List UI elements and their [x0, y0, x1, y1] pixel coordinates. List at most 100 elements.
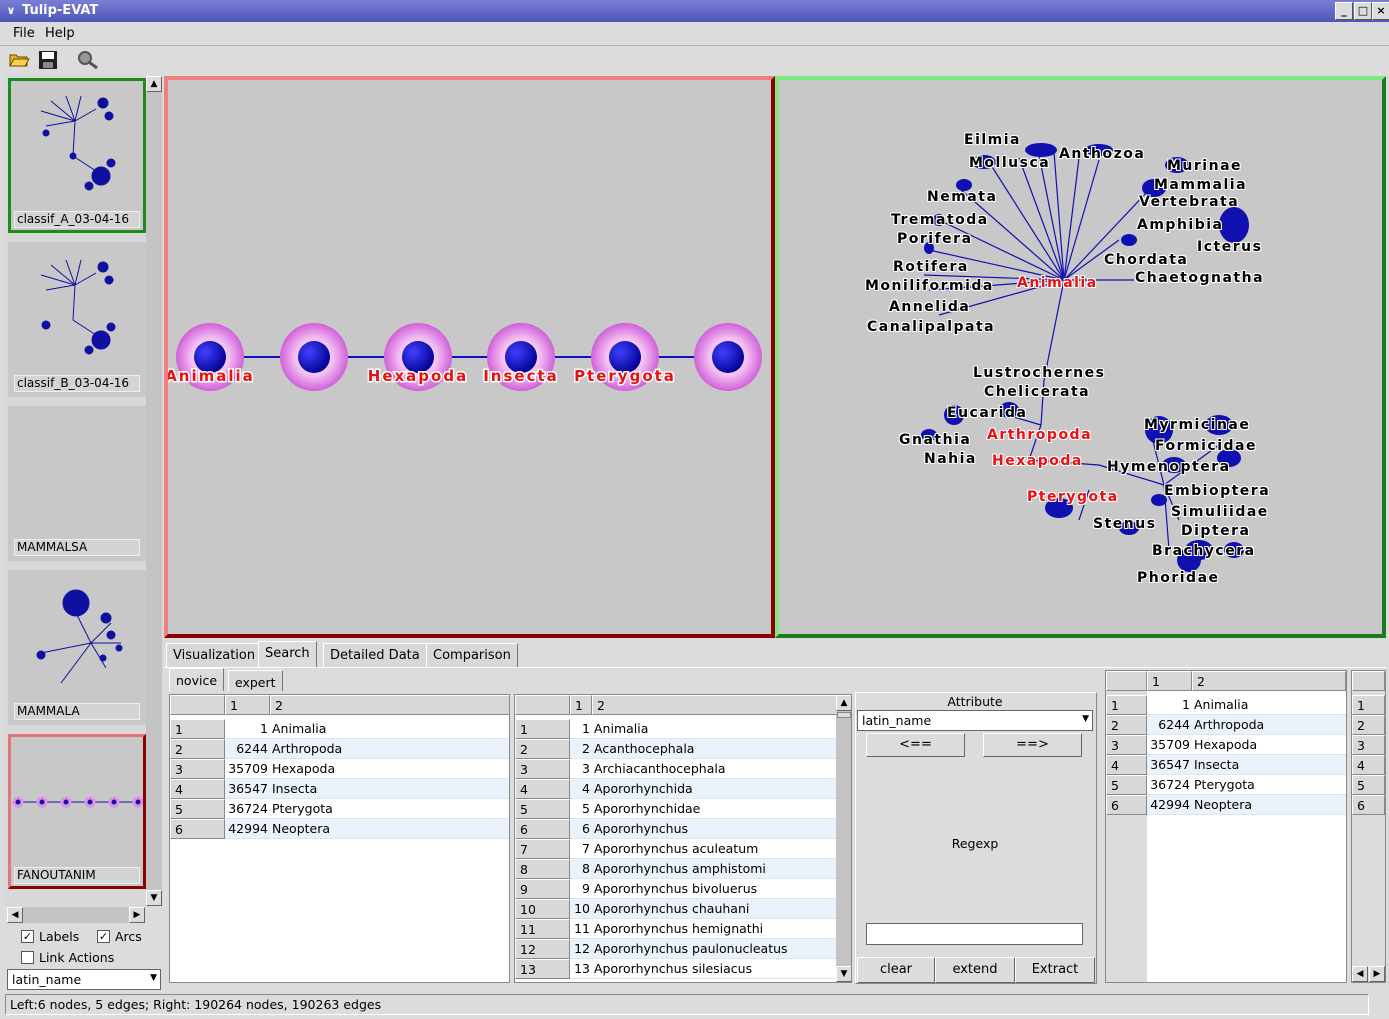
table-cell[interactable]: 36724: [225, 799, 270, 819]
scroll-up-arrow[interactable]: ▲: [836, 695, 851, 711]
row-header[interactable]: 4: [515, 779, 570, 799]
thumbnail-hscrollbar[interactable]: ◀ ▶: [7, 907, 145, 923]
right-graph-view[interactable]: Eilmia Mollusca Anthozoa Murinae Mammalia Ver…: [775, 76, 1386, 638]
table-cell[interactable]: 6244: [1147, 715, 1192, 735]
row-header[interactable]: 1: [1352, 695, 1385, 715]
row-header[interactable]: 6: [515, 819, 570, 839]
table-cell[interactable]: 6244: [225, 739, 270, 759]
table-cell[interactable]: 1: [570, 719, 592, 739]
thumbnail-scrollbar[interactable]: ▲ ▼: [146, 76, 162, 906]
table-cell[interactable]: 4: [570, 779, 592, 799]
thumbnail-mammala[interactable]: MAMMALA: [8, 570, 146, 725]
chain-node[interactable]: [298, 341, 330, 373]
tab-comparison[interactable]: Comparison: [426, 643, 518, 667]
thumbnail-fanoutanim[interactable]: FANOUTANIM: [8, 734, 146, 889]
table-cell[interactable]: 36547: [1147, 755, 1192, 775]
table-cell[interactable]: Animalia: [592, 719, 836, 739]
row-header[interactable]: 5: [515, 799, 570, 819]
folder-open-icon[interactable]: [7, 50, 31, 72]
subtab-novice[interactable]: novice: [169, 668, 225, 691]
table-cell[interactable]: Apororhynchus aculeatum: [592, 839, 836, 859]
minimize-button[interactable]: _: [1335, 2, 1353, 20]
scroll-down-arrow[interactable]: ▼: [836, 966, 851, 982]
extract-button[interactable]: Extract: [1015, 957, 1095, 983]
scroll-left-arrow[interactable]: ◀: [1352, 966, 1368, 982]
row-index-table[interactable]: 123456 ◀ ▶: [1351, 670, 1386, 983]
table-cell[interactable]: Apororhynchus paulonucleatus: [592, 939, 836, 959]
results-table-left[interactable]: 1 2 1 1 Animalia 2 6244 Arthropoda 3 35709 Hexap…: [169, 694, 510, 983]
row-header[interactable]: 5: [1106, 775, 1147, 795]
table-cell[interactable]: 35709: [225, 759, 270, 779]
table-cell[interactable]: Apororhynchus amphistomi: [592, 859, 836, 879]
column-header[interactable]: 1: [570, 695, 592, 715]
table-cell[interactable]: Apororhynchida: [592, 779, 836, 799]
row-header[interactable]: 3: [1352, 735, 1385, 755]
table-cell[interactable]: 1: [1147, 695, 1192, 715]
row-header[interactable]: 7: [515, 839, 570, 859]
row-header[interactable]: 11: [515, 919, 570, 939]
row-header[interactable]: 5: [170, 799, 225, 819]
row-header[interactable]: 2: [170, 739, 225, 759]
table-cell[interactable]: 9: [570, 879, 592, 899]
table-cell[interactable]: 42994: [225, 819, 270, 839]
row-header[interactable]: 3: [515, 759, 570, 779]
table-cell[interactable]: Apororhynchus bivoluerus: [592, 879, 836, 899]
row-header[interactable]: 10: [515, 899, 570, 919]
row-header[interactable]: 1: [515, 719, 570, 739]
window-menu-icon[interactable]: ∨: [3, 3, 19, 19]
table-cell[interactable]: 13: [570, 959, 592, 979]
floppy-disk-icon[interactable]: [36, 50, 60, 72]
link-actions-checkbox[interactable]: [21, 951, 34, 964]
left-graph-view[interactable]: Animalia Hexapoda Insecta Pterygota: [164, 76, 775, 638]
tab-detailed-data[interactable]: Detailed Data: [323, 643, 427, 667]
table-cell[interactable]: Apororhynchidae: [592, 799, 836, 819]
table-scrollbar[interactable]: ▲ ▼: [836, 695, 851, 982]
close-button[interactable]: ×: [1372, 2, 1389, 20]
row-header[interactable]: 8: [515, 859, 570, 879]
table-cell[interactable]: 36724: [1147, 775, 1192, 795]
table-cell[interactable]: Animalia: [1192, 695, 1346, 715]
table-cell[interactable]: 2: [570, 739, 592, 759]
scroll-thumb[interactable]: [837, 712, 851, 718]
row-header[interactable]: 5: [1352, 775, 1385, 795]
results-table-right[interactable]: 1 2 1 1 Animalia 2 6244 Arthropoda 3 35709 Hexap…: [1105, 670, 1347, 983]
extend-button[interactable]: extend: [935, 957, 1015, 983]
table-cell[interactable]: 3: [570, 759, 592, 779]
regexp-input[interactable]: [866, 923, 1083, 945]
table-cell[interactable]: Archiacanthocephala: [592, 759, 836, 779]
row-header[interactable]: 4: [1352, 755, 1385, 775]
row-header[interactable]: 3: [170, 759, 225, 779]
row-header[interactable]: 6: [170, 819, 225, 839]
row-header[interactable]: 6: [1106, 795, 1147, 815]
table-cell[interactable]: Neoptera: [270, 819, 509, 839]
maximize-button[interactable]: □: [1354, 2, 1372, 20]
table-cell[interactable]: Apororhynchus chauhani: [592, 899, 836, 919]
scroll-up-arrow[interactable]: ▲: [146, 76, 162, 92]
menu-help[interactable]: Help: [45, 26, 75, 41]
menu-file[interactable]: File: [13, 26, 35, 41]
table-cell[interactable]: 36547: [225, 779, 270, 799]
scroll-down-arrow[interactable]: ▼: [146, 890, 162, 906]
row-header[interactable]: 2: [1352, 715, 1385, 735]
chain-node[interactable]: [712, 341, 744, 373]
table-cell[interactable]: 12: [570, 939, 592, 959]
row-header[interactable]: 12: [515, 939, 570, 959]
table-cell[interactable]: Arthropoda: [1192, 715, 1346, 735]
table-cell[interactable]: 35709: [1147, 735, 1192, 755]
table-cell[interactable]: Acanthocephala: [592, 739, 836, 759]
table-cell[interactable]: Apororhynchus silesiacus: [592, 959, 836, 979]
subtab-expert[interactable]: expert: [228, 670, 283, 691]
magnifier-icon[interactable]: [76, 50, 100, 72]
table-cell[interactable]: 11: [570, 919, 592, 939]
row-header[interactable]: 4: [170, 779, 225, 799]
tab-search[interactable]: Search: [258, 641, 317, 668]
table-cell[interactable]: 5: [570, 799, 592, 819]
table-cell[interactable]: Insecta: [1192, 755, 1346, 775]
table-cell[interactable]: Arthropoda: [270, 739, 509, 759]
scroll-right-arrow[interactable]: ▶: [129, 907, 145, 923]
row-header[interactable]: 13: [515, 959, 570, 979]
attribute-select[interactable]: latin_name ▼: [7, 969, 161, 990]
scroll-left-arrow[interactable]: ◀: [7, 907, 23, 923]
move-right-button[interactable]: ==>: [983, 733, 1082, 757]
table-cell[interactable]: Pterygota: [1192, 775, 1346, 795]
